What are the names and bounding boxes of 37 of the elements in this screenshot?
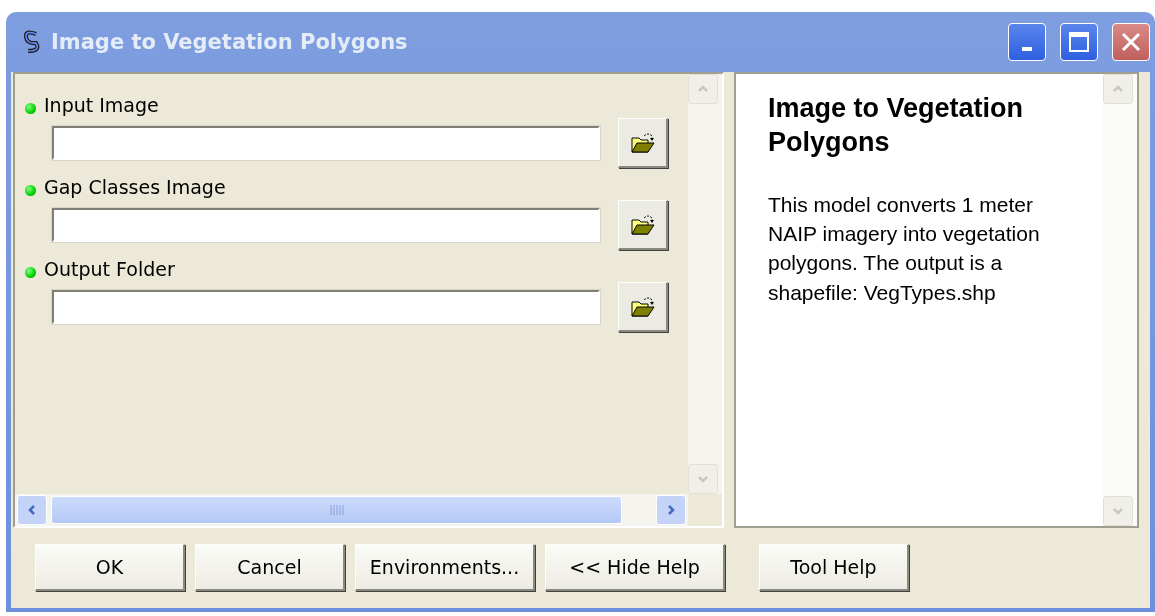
scrollbar-thumb[interactable] xyxy=(51,496,622,524)
parameter-label: Gap Classes Image xyxy=(44,176,226,198)
null[interactable]: Cancel xyxy=(195,544,345,591)
open-folder-icon xyxy=(629,294,656,319)
parameter-label: Input Image xyxy=(44,94,159,116)
scroll-right-button[interactable] xyxy=(656,495,686,525)
help-title: Image to Vegetation Polygons xyxy=(768,92,1025,159)
minimize-icon xyxy=(1022,47,1032,51)
input-field[interactable] xyxy=(52,126,600,160)
chevron-icon xyxy=(26,504,38,516)
open-folder-icon xyxy=(629,212,656,237)
browse-button[interactable] xyxy=(618,282,668,332)
maximize-button[interactable] xyxy=(1060,23,1098,61)
tool-icon xyxy=(21,30,41,54)
window-title: Image to Vegetation Polygons xyxy=(51,30,409,54)
null[interactable]: << Hide Help xyxy=(545,544,725,591)
parameter-label: Output Folder xyxy=(44,258,175,280)
chevron-icon xyxy=(697,473,709,485)
maximize-icon xyxy=(1068,31,1090,53)
required-dot-icon xyxy=(25,102,36,114)
null[interactable]: Environments... xyxy=(355,544,535,591)
open-folder-icon xyxy=(629,130,656,155)
browse-button[interactable] xyxy=(618,118,668,168)
required-dot-icon xyxy=(25,184,36,196)
close-button[interactable] xyxy=(1112,23,1150,61)
required-dot-icon xyxy=(25,266,36,278)
chevron-icon xyxy=(1112,505,1124,517)
minimize-button[interactable] xyxy=(1008,23,1046,61)
close-icon xyxy=(1120,31,1142,53)
null[interactable]: OK xyxy=(35,544,185,591)
input-field[interactable] xyxy=(52,208,600,242)
help-text: This model converts 1 meter NAIP imagery into vegetation polygons. The output is a shapefile: VegTypes.shp xyxy=(768,191,1041,306)
scroll-left-button[interactable] xyxy=(17,495,47,525)
input-field[interactable] xyxy=(52,290,600,324)
browse-button[interactable] xyxy=(618,200,668,250)
chevron-icon xyxy=(665,504,677,516)
null[interactable]: Tool Help xyxy=(759,544,909,591)
